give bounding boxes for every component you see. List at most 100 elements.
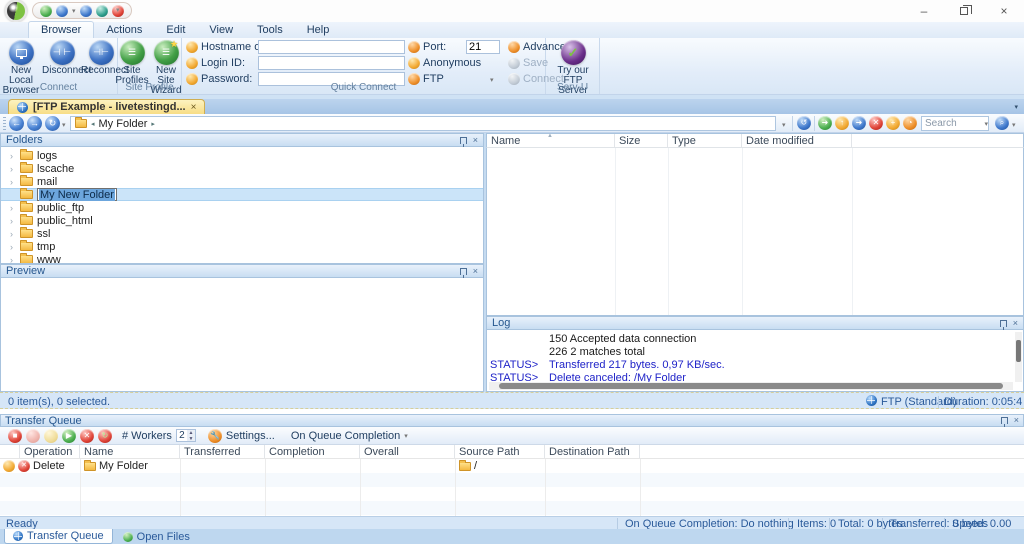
queue-column-operation[interactable]: Operation (20, 445, 80, 458)
ribbon-tab-edit[interactable]: Edit (154, 22, 197, 38)
file-column-size[interactable]: Size (615, 134, 668, 147)
preview-close-icon[interactable]: × (473, 266, 478, 276)
search-options-caret-icon[interactable]: ▾ (1012, 121, 1016, 129)
chevron-right-icon[interactable]: › (7, 177, 16, 187)
queue-pause-icon[interactable] (44, 428, 58, 443)
path-scroll-left-icon[interactable]: ◂ (91, 120, 95, 128)
qat-customize-caret-icon[interactable]: ▾ (116, 6, 120, 14)
settings-icon[interactable]: 🔧 (207, 428, 222, 443)
rename-edit-box[interactable]: My New Folder (37, 188, 117, 201)
log-vertical-scrollbar[interactable] (1015, 332, 1022, 382)
qat-browser-icon[interactable] (56, 4, 68, 17)
queue-column-overall[interactable]: Overall (360, 445, 455, 458)
restore-button[interactable] (944, 0, 984, 22)
chevron-right-icon[interactable]: › (7, 151, 16, 161)
chevron-right-icon[interactable]: › (7, 255, 16, 264)
save-button[interactable]: Save (508, 56, 548, 70)
minimize-button[interactable]: – (904, 0, 944, 22)
anonymous-button[interactable]: Anonymous (408, 56, 481, 70)
queue-column-transferred[interactable]: Transferred (180, 445, 265, 458)
forward-button[interactable]: → (27, 116, 42, 131)
back-button[interactable]: ← (9, 116, 24, 131)
address-path[interactable]: My Folder (99, 118, 148, 130)
file-column-name[interactable]: Name ▲ (487, 133, 615, 147)
qat-browser-caret-icon[interactable]: ▾ (72, 7, 76, 15)
queue-remove-icon[interactable]: ✕ (80, 428, 94, 443)
ribbon-tab-browser[interactable]: Browser (28, 21, 95, 38)
tree-item-lscache[interactable]: › lscache (1, 162, 483, 175)
log-pin-icon[interactable] (999, 319, 1007, 330)
session-tab[interactable]: [FTP Example - livetestingd... × (8, 99, 206, 114)
views-icon[interactable]: ◔ (903, 116, 917, 130)
log-horizontal-scrollbar[interactable] (489, 382, 1013, 390)
disconnect-button[interactable]: ⊣ ⊢ Disconnect (42, 40, 91, 76)
workers-stepper[interactable]: 2 ▲ ▼ (175, 429, 196, 442)
queue-column-source-path[interactable]: Source Path (455, 445, 545, 458)
search-input[interactable] (922, 118, 985, 129)
session-tab-close-icon[interactable]: × (191, 102, 197, 113)
chevron-right-icon[interactable]: › (7, 164, 16, 174)
tree-item-mail[interactable]: › mail (1, 175, 483, 188)
tree-item-www[interactable]: › www (1, 253, 483, 264)
hostname-input[interactable] (258, 40, 405, 54)
address-bar[interactable]: ◂ My Folder ▸ (70, 116, 776, 131)
chevron-right-icon[interactable]: › (7, 216, 16, 226)
ribbon-tab-actions[interactable]: Actions (94, 22, 154, 38)
qat-connect-icon[interactable] (40, 4, 52, 17)
on-queue-completion-dropdown[interactable]: On Queue Completion (291, 430, 400, 442)
folders-close-icon[interactable]: × (473, 135, 478, 145)
site-profiles-button[interactable]: ☰ Site Profiles (114, 40, 150, 86)
app-logo-icon[interactable] (5, 0, 27, 22)
chevron-right-icon[interactable]: › (7, 229, 16, 239)
file-list[interactable] (486, 148, 1024, 316)
queue-close-icon[interactable]: × (1014, 416, 1019, 425)
queue-column-completion[interactable]: Completion (265, 445, 360, 458)
ribbon-tab-tools[interactable]: Tools (245, 22, 295, 38)
tree-item-public-html[interactable]: › public_html (1, 214, 483, 227)
queue-column-destination-path[interactable]: Destination Path (545, 445, 640, 458)
ribbon-tab-help[interactable]: Help (295, 22, 342, 38)
folders-pin-icon[interactable] (459, 136, 467, 147)
settings-button[interactable]: Settings... (226, 430, 275, 442)
go-icon[interactable]: ➜ (818, 116, 832, 130)
qat-settings-icon[interactable] (79, 4, 92, 17)
queue-row[interactable]: ✕ Delete My Folder / (0, 459, 1024, 473)
tree-item-public-ftp[interactable]: › public_ftp (1, 201, 483, 214)
toolbar-grip[interactable] (3, 117, 6, 130)
tab-transfer-queue[interactable]: Transfer Queue (4, 529, 113, 544)
refresh-caret-icon[interactable]: ▾ (62, 121, 66, 129)
folder-up-icon[interactable]: ↑ (835, 116, 849, 130)
search-options-icon[interactable]: ⌕ (995, 116, 1009, 130)
ribbon-tab-view[interactable]: View (197, 22, 245, 38)
synchronize-icon[interactable]: ↺ (797, 116, 811, 130)
preview-pin-icon[interactable] (459, 267, 467, 278)
file-column-type[interactable]: Type (668, 134, 742, 147)
refresh-button[interactable]: ↻ (45, 116, 60, 131)
tree-item-ssl[interactable]: › ssl (1, 227, 483, 240)
delete-icon[interactable]: ✕ (869, 116, 883, 130)
queue-retry-icon[interactable]: ↻ (98, 428, 112, 443)
tab-list-caret-icon[interactable]: ▾ (1014, 103, 1018, 111)
path-scroll-right-icon[interactable]: ▸ (151, 120, 155, 128)
address-dropdown-caret-icon[interactable]: ▾ (782, 121, 786, 129)
queue-start-icon[interactable]: ▶ (62, 428, 76, 443)
transfer-icon[interactable]: ➜ (852, 116, 866, 130)
tree-item-my-new-folder[interactable]: My New Folder (1, 188, 483, 201)
close-button[interactable]: × (984, 0, 1024, 22)
tab-open-files[interactable]: Open Files (115, 529, 198, 544)
queue-stop-icon[interactable]: ■ (8, 428, 22, 443)
chevron-right-icon[interactable]: › (7, 242, 16, 252)
login-id-input[interactable] (258, 56, 405, 70)
queue-pin-icon[interactable] (1000, 417, 1008, 427)
tree-item-tmp[interactable]: › tmp (1, 240, 483, 253)
qat-globe-icon[interactable] (95, 4, 108, 17)
port-input[interactable] (466, 40, 500, 54)
new-folder-icon[interactable]: + (886, 116, 900, 130)
on-queue-caret-icon[interactable]: ▾ (404, 432, 408, 440)
tree-item-logs[interactable]: › logs (1, 149, 483, 162)
queue-column-name[interactable]: Name (80, 445, 180, 458)
log-close-icon[interactable]: × (1013, 318, 1018, 328)
search-caret-icon[interactable]: ▾ (984, 120, 988, 128)
file-column-date-modified[interactable]: Date modified (742, 134, 852, 147)
queue-skip-icon[interactable] (26, 428, 40, 443)
